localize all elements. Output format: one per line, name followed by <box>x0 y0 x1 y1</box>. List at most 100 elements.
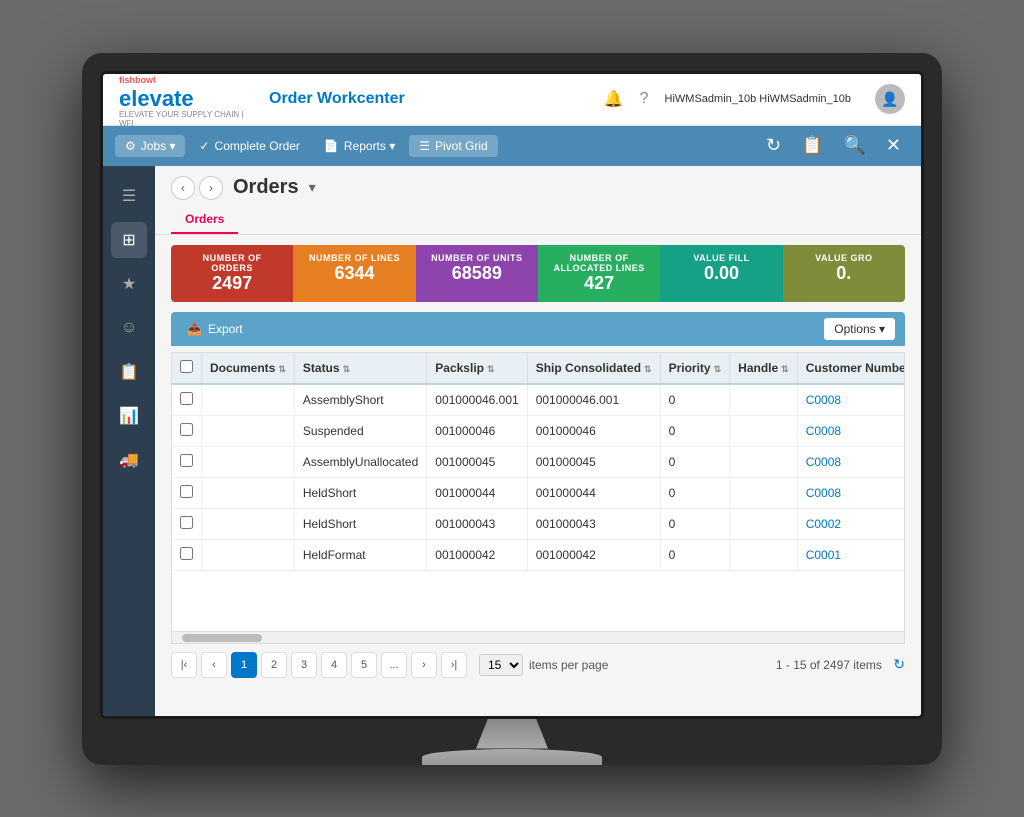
cell-handle <box>730 508 798 539</box>
nav-reports[interactable]: 📄 Reports ▾ <box>314 135 405 157</box>
row-checkbox[interactable] <box>180 392 193 405</box>
select-all-checkbox[interactable] <box>180 360 193 373</box>
forward-button[interactable]: › <box>199 176 223 200</box>
cell-ship-consolidated: 001000046.001 <box>527 384 660 416</box>
username-display: HiWMSadmin_10b HiWMSadmin_10b <box>665 93 851 105</box>
page-5-button[interactable]: 5 <box>351 652 377 678</box>
col-status[interactable]: Status⇅ <box>294 353 426 384</box>
sidebar-item-favorites[interactable]: ★ <box>111 266 147 302</box>
table-row: HeldShort 001000044 001000044 0 C0008 UN… <box>172 477 905 508</box>
sidebar-item-profile[interactable]: ☺ <box>111 310 147 346</box>
cell-customer-number[interactable]: C0008 <box>797 446 905 477</box>
cell-documents <box>202 539 295 570</box>
back-button[interactable]: ‹ <box>171 176 195 200</box>
jobs-icon: ⚙ <box>125 139 136 153</box>
cell-documents <box>202 508 295 539</box>
nav-jobs-label: Jobs ▾ <box>141 139 176 153</box>
col-documents[interactable]: Documents⇅ <box>202 353 295 384</box>
pagination-refresh-icon[interactable]: ↻ <box>893 656 905 672</box>
sidebar-item-reports[interactable]: 📊 <box>111 398 147 434</box>
help-icon[interactable]: ? <box>640 90 649 108</box>
row-checkbox[interactable] <box>180 423 193 436</box>
cell-priority: 0 <box>660 446 730 477</box>
page-1-button[interactable]: 1 <box>231 652 257 678</box>
prev-page-button[interactable]: ‹ <box>201 652 227 678</box>
table-row: AssemblyShort 001000046.001 001000046.00… <box>172 384 905 416</box>
tab-orders[interactable]: Orders <box>171 206 238 234</box>
page-2-button[interactable]: 2 <box>261 652 287 678</box>
stat-number-of-lines: NUMBER OF LINES 6344 <box>293 245 415 302</box>
cell-documents <box>202 384 295 416</box>
nav-pivot-grid-label: Pivot Grid <box>435 139 488 153</box>
items-per-page-select[interactable]: 15 <box>479 654 523 676</box>
sidebar-item-tasks[interactable]: 📋 <box>111 354 147 390</box>
options-button[interactable]: Options ▾ <box>824 318 895 340</box>
row-checkbox[interactable] <box>180 547 193 560</box>
complete-order-icon: ✓ <box>199 139 209 153</box>
cell-customer-number[interactable]: C0002 <box>797 508 905 539</box>
page-3-button[interactable]: 3 <box>291 652 317 678</box>
cell-handle <box>730 446 798 477</box>
row-checkbox[interactable] <box>180 485 193 498</box>
cell-packslip: 001000046 <box>427 415 527 446</box>
nav-complete-order[interactable]: ✓ Complete Order <box>189 135 309 157</box>
cell-customer-number[interactable]: C0008 <box>797 415 905 446</box>
sidebar-item-menu[interactable]: ☰ <box>111 178 147 214</box>
stat-value-gro: VALUE GRO 0. <box>783 245 905 302</box>
cell-packslip: 001000044 <box>427 477 527 508</box>
cell-ship-consolidated: 001000045 <box>527 446 660 477</box>
search-nav-icon[interactable]: 🔍 <box>835 131 873 160</box>
sidebar-item-grid[interactable]: ⊞ <box>111 222 147 258</box>
col-ship-consolidated[interactable]: Ship Consolidated⇅ <box>527 353 660 384</box>
bell-icon[interactable]: 🔔 <box>604 89 624 109</box>
table-row: Suspended 001000046 001000046 0 C0008 UN… <box>172 415 905 446</box>
cell-status: HeldFormat <box>294 539 426 570</box>
close-nav-icon[interactable]: ✕ <box>878 131 909 160</box>
orders-dropdown-icon[interactable]: ▾ <box>309 179 316 196</box>
pivot-grid-icon: ☰ <box>419 139 430 153</box>
export-button[interactable]: 📤 Export <box>181 320 249 338</box>
page-title: Order Workcenter <box>249 90 604 108</box>
sidebar-item-shipping[interactable]: 🚚 <box>111 442 147 478</box>
col-customer-number[interactable]: Customer Number⇅ <box>797 353 905 384</box>
cell-packslip: 001000042 <box>427 539 527 570</box>
next-page-button[interactable]: › <box>411 652 437 678</box>
refresh-nav-icon[interactable]: ↻ <box>758 131 789 160</box>
cell-status: Suspended <box>294 415 426 446</box>
table-row: HeldShort 001000043 001000043 0 C0002 UN… <box>172 508 905 539</box>
col-packslip[interactable]: Packslip⇅ <box>427 353 527 384</box>
cell-customer-number[interactable]: C0008 <box>797 477 905 508</box>
cell-priority: 0 <box>660 384 730 416</box>
logo-brand: fishbowl <box>119 75 156 85</box>
col-priority[interactable]: Priority⇅ <box>660 353 730 384</box>
cell-status: AssemblyUnallocated <box>294 446 426 477</box>
nav-jobs[interactable]: ⚙ Jobs ▾ <box>115 135 185 157</box>
row-checkbox[interactable] <box>180 516 193 529</box>
col-handle[interactable]: Handle⇅ <box>730 353 798 384</box>
page-4-button[interactable]: 4 <box>321 652 347 678</box>
logo-sub: ELEVATE YOUR SUPPLY CHAIN | WFI <box>119 110 249 128</box>
export-label: Export <box>208 322 243 336</box>
nav-reports-label: Reports ▾ <box>344 139 395 153</box>
logo-text: elevate <box>119 88 249 110</box>
cell-priority: 0 <box>660 415 730 446</box>
cell-ship-consolidated: 001000046 <box>527 415 660 446</box>
last-page-button[interactable]: ›| <box>441 652 467 678</box>
cell-customer-number[interactable]: C0001 <box>797 539 905 570</box>
page-ellipsis: ... <box>381 652 407 678</box>
pagination-info: 1 - 15 of 2497 items <box>776 658 882 672</box>
cell-handle <box>730 477 798 508</box>
orders-title: Orders <box>233 176 299 199</box>
cell-priority: 0 <box>660 508 730 539</box>
cell-ship-consolidated: 001000043 <box>527 508 660 539</box>
document-nav-icon[interactable]: 📋 <box>793 131 831 160</box>
row-checkbox[interactable] <box>180 454 193 467</box>
nav-pivot-grid[interactable]: ☰ Pivot Grid <box>409 135 497 157</box>
cell-handle <box>730 539 798 570</box>
avatar[interactable]: 👤 <box>875 84 905 114</box>
first-page-button[interactable]: |‹ <box>171 652 197 678</box>
cell-customer-number[interactable]: C0008 <box>797 384 905 416</box>
cell-documents <box>202 477 295 508</box>
orders-table: Documents⇅ Status⇅ Packslip⇅ Ship Consol… <box>171 352 905 632</box>
horizontal-scrollbar[interactable] <box>171 632 905 644</box>
